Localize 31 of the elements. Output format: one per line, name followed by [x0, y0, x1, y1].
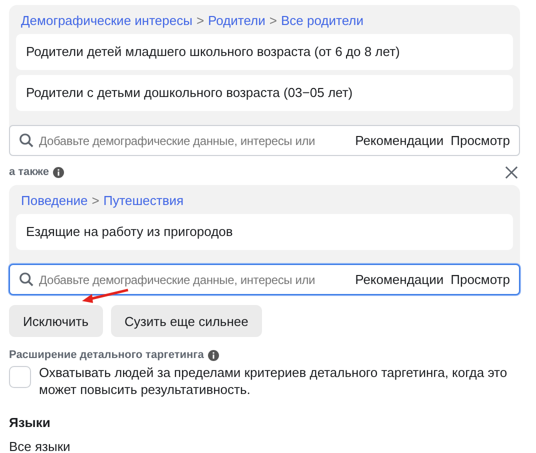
info-icon[interactable]	[52, 166, 64, 178]
search-field[interactable]: Добавьте демографические данные, интересы или Рекомендации Просмотр	[9, 125, 520, 156]
selected-criterion[interactable]: Ездящие на работу из пригородов	[16, 214, 513, 250]
action-button[interactable]: Исключить	[9, 305, 102, 337]
arrow-annotation	[80, 288, 130, 304]
search-icon	[19, 133, 34, 148]
close-icon[interactable]	[505, 166, 518, 178]
selected-criterion[interactable]: Родители с детьми дошкольного возраста (03−05 лет)	[16, 75, 513, 111]
info-icon[interactable]	[208, 350, 219, 360]
breadcrumb-separator: >	[92, 193, 100, 208]
breadcrumb-link[interactable]: Путешествия	[103, 193, 184, 208]
connector-label: а также	[9, 166, 49, 178]
checkbox-label: Охватывать людей за пределами критериев детального таргетинга, когда это может повысить результативность.	[39, 364, 508, 398]
breadcrumb-link[interactable]: Все родители	[280, 13, 364, 28]
section-title: Языки	[9, 415, 52, 430]
search-link[interactable]: Просмотр	[450, 272, 510, 287]
search-icon	[19, 272, 34, 287]
breadcrumb-link[interactable]: Демографические интересы	[21, 13, 192, 28]
search-link[interactable]: Рекомендации	[355, 133, 444, 148]
breadcrumb-separator: >	[196, 13, 204, 28]
action-button[interactable]: Сузить еще сильнее	[110, 305, 262, 337]
breadcrumb-link[interactable]: Родители	[208, 13, 266, 28]
selected-criterion[interactable]: Родители детей младшего школьного возраста (от 6 до 8 лет)	[16, 34, 513, 70]
checkbox[interactable]	[9, 366, 31, 388]
languages-value: Все языки	[9, 439, 72, 453]
breadcrumb-link[interactable]: Поведение	[21, 193, 88, 208]
search-field[interactable]: Добавьте демографические данные, интересы или Рекомендации Просмотр	[9, 264, 520, 295]
search-link[interactable]: Рекомендации	[355, 272, 444, 287]
breadcrumb-separator: >	[269, 13, 277, 28]
section-title: Расширение детального таргетинга	[9, 349, 204, 361]
search-link[interactable]: Просмотр	[450, 133, 510, 148]
